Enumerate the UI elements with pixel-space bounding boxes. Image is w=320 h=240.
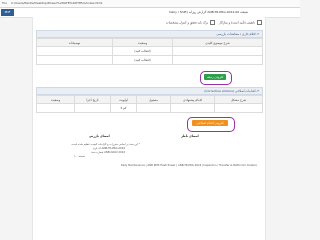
- section-observations-header: ۳. اقلام جاری / مشاهدات بازرسی: [36, 30, 263, 38]
- footer-note-3: ANB-DAILY-2024 شماره سند: [91, 151, 125, 154]
- status-value: (انتخاب کنید): [134, 58, 151, 62]
- col-resp-header: مسئول: [136, 95, 171, 104]
- col-status-header: وضعیت: [112, 38, 173, 47]
- address-bar[interactable]: File C:/Users/Pardis/Desktop/Power%20GTE…: [0, 0, 300, 8]
- add-corrective-action-button[interactable]: افزودن اقدام اصلاحی: [192, 120, 228, 126]
- supervisor-signature-label: امضای ناظر: [181, 134, 199, 138]
- footer-note-4: نسخه: ۱.۰: [73, 155, 85, 158]
- col-note-header: توضیحات: [36, 38, 113, 47]
- col-item-header: شرح موضوع کلیدی: [172, 38, 263, 47]
- table-row: کم ▾: [36, 103, 263, 113]
- action-cell[interactable]: [170, 103, 215, 113]
- table-row: (انتخاب کنید): [36, 55, 263, 65]
- item-cell[interactable]: [172, 55, 263, 65]
- footer-document-info: Daily Maintenance | ANB RMS Hasti Power …: [120, 164, 257, 167]
- table-row: (انتخاب کنید): [36, 46, 263, 56]
- chevron-down-icon: ▾: [120, 106, 123, 110]
- status-select[interactable]: (انتخاب کنید): [112, 46, 173, 56]
- col-due-header: تاریخ اجرا: [74, 95, 111, 104]
- note-cell[interactable]: [36, 55, 113, 65]
- inspector-signature-label: امضای بازرس: [89, 134, 110, 138]
- desc-cell[interactable]: [214, 103, 263, 113]
- corrective-actions-table: شرح مشکل اقدام پیشنهادی مسئول اولویت تار…: [36, 95, 263, 113]
- priority-value: کم: [123, 106, 127, 110]
- section-corrective-header: ۴. اقدامات اصلاحی (Corrective Actions): [36, 87, 263, 95]
- status-value: (انتخاب کنید): [134, 49, 151, 53]
- due-date-cell[interactable]: [74, 103, 111, 113]
- status-select[interactable]: (انتخاب کنید): [112, 55, 173, 65]
- note-cell[interactable]: [36, 46, 113, 56]
- address-url[interactable]: C:/Users/Pardis/Desktop/Power%20GTE%20HT…: [11, 1, 102, 5]
- page-title: Daily / Shift) گزارش روزانه ANB-TR-PRG-2…: [169, 10, 248, 14]
- col-priority-header: اولویت: [110, 95, 137, 104]
- col-status-header: وضعیت: [36, 95, 75, 104]
- col-desc-header: شرح مشکل: [214, 95, 263, 104]
- add-row-button[interactable]: افزودن ردیف: [204, 74, 226, 80]
- footer-note-1: * این سند بر اساس مقررات و الزامات کیفیت…: [70, 143, 140, 146]
- file-protocol-label: File: [2, 1, 8, 5]
- save-pdf-button[interactable]: PDF ذخیره: [1, 9, 14, 21]
- priority-select[interactable]: کم ▾: [110, 103, 137, 113]
- footer-note-2: ANB-TR-PRG-2024 کد فرم: [93, 147, 125, 150]
- status-cell[interactable]: [36, 103, 75, 113]
- form-page: تابعیتی (تأیید است) و سازگار برگه باید ت…: [32, 17, 266, 240]
- observations-table: شرح موضوع کلیدی وضعیت توضیحات (انتخاب کن…: [36, 38, 263, 65]
- checkbox-1[interactable]: [257, 20, 262, 25]
- checkbox-row: تابعیتی (تأیید است) و سازگار برگه باید ت…: [36, 20, 262, 25]
- item-cell[interactable]: [172, 46, 263, 56]
- col-action-header: اقدام پیشنهادی: [170, 95, 215, 104]
- checkbox-1-label: تابعیتی (تأیید است) و سازگار: [219, 20, 256, 25]
- checkbox-2[interactable]: [210, 20, 216, 25]
- resp-cell[interactable]: [136, 103, 171, 113]
- checkbox-2-label: برگه باید تحقق و کنترل مشخصات: [165, 20, 209, 25]
